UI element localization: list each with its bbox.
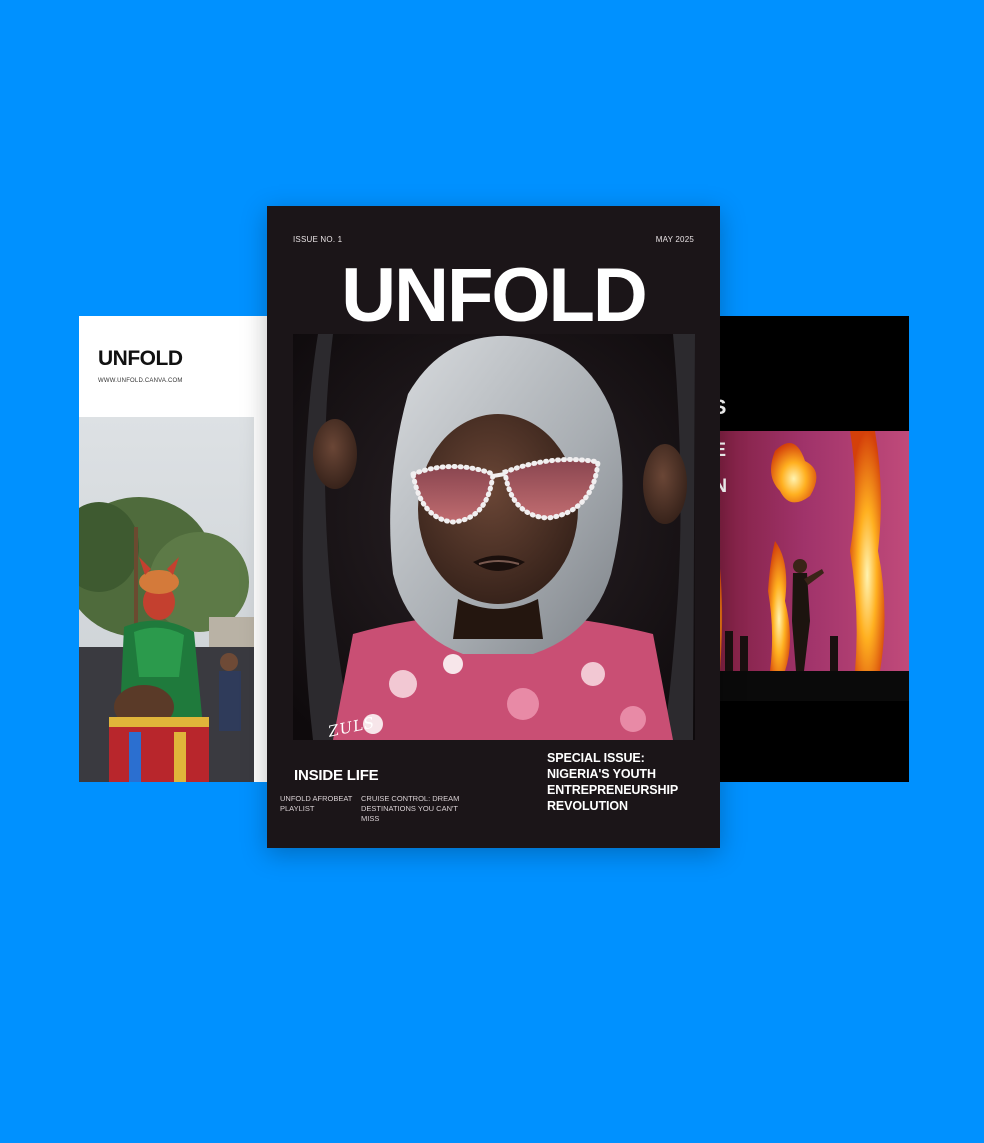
story-cruise-control[interactable]: CRUISE CONTROL: DREAM DESTINATIONS YOU C… xyxy=(361,794,471,824)
left-cover-brand: UNFOLD xyxy=(98,347,183,370)
special-issue-headline[interactable]: SPECIAL ISSUE: NIGERIA'S YOUTH ENTREPREN… xyxy=(547,750,707,814)
issue-number: ISSUE NO. 1 xyxy=(293,235,343,244)
cover-masthead: UNFOLD xyxy=(341,253,648,338)
magazine-cover-main[interactable]: ISSUE NO. 1 MAY 2025 UNFOLD ZULS INSIDE … xyxy=(267,206,720,848)
magazine-cover-left[interactable]: UNFOLD WWW.UNFOLD.CANVA.COM xyxy=(79,316,279,782)
left-cover-url: WWW.UNFOLD.CANVA.COM xyxy=(98,378,183,384)
left-cover-photo xyxy=(79,417,254,782)
background: UNFOLD WWW.UNFOLD.CANVA.COM ISSUE NO. 1 … xyxy=(0,0,984,1143)
portrait-image xyxy=(293,334,695,740)
magazine-cover-right[interactable]: TS xyxy=(700,316,909,782)
concert-stage-image xyxy=(700,431,909,701)
issue-date: MAY 2025 xyxy=(655,235,694,244)
right-cover-photo xyxy=(700,431,909,701)
story-afrobeat[interactable]: UNFOLD AFROBEAT PLAYLIST xyxy=(280,794,360,814)
horse-rider-image xyxy=(79,417,254,782)
cover-photo xyxy=(293,334,695,740)
inside-life-heading: INSIDE LIFE xyxy=(294,767,379,784)
